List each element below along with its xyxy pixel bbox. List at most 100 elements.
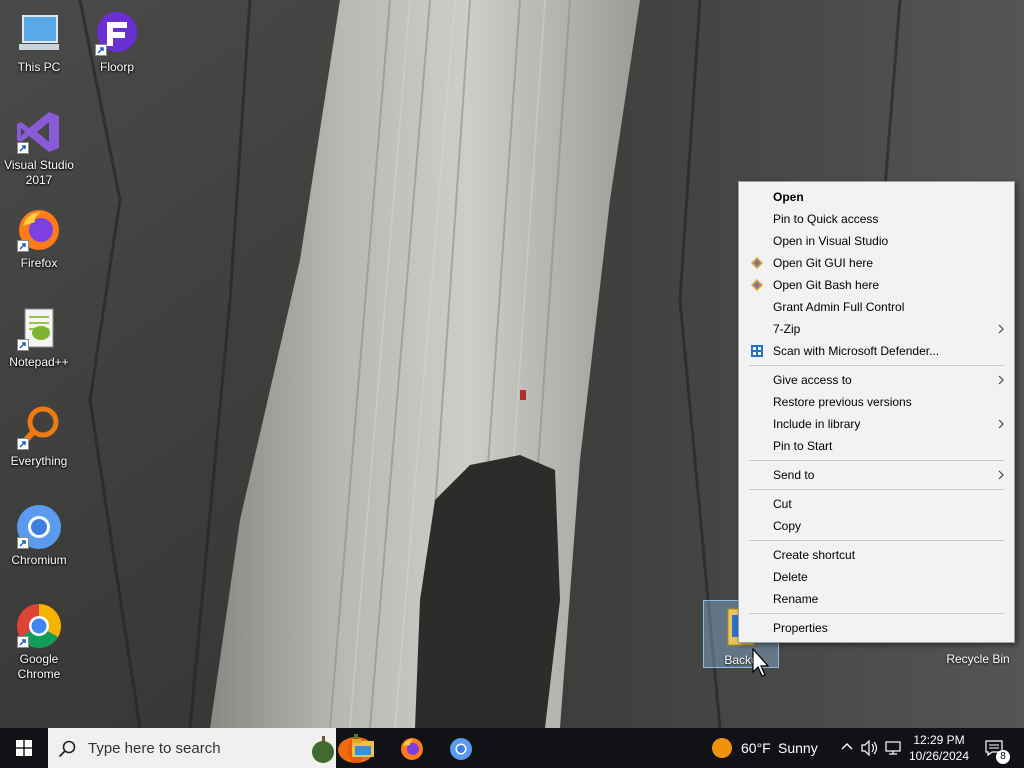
taskbar-chromium[interactable] — [436, 728, 484, 768]
shortcut-arrow-icon — [95, 44, 107, 56]
taskbar: Type here to search 60°F Sunny 12:29 PM — [0, 728, 1024, 768]
menu-item-send-to[interactable]: Send to — [739, 464, 1014, 486]
weather-condition: Sunny — [778, 740, 818, 756]
search-icon — [58, 740, 76, 758]
notification-count-badge: 8 — [996, 750, 1010, 764]
menu-item-label: Create shortcut — [773, 548, 856, 562]
shortcut-arrow-icon — [17, 240, 29, 252]
menu-item-label: Rename — [773, 592, 819, 606]
desktop-icon-label: Notepad++ — [9, 355, 69, 369]
menu-item-label: Open in Visual Studio — [773, 234, 889, 248]
sun-icon — [712, 738, 732, 758]
menu-item-label: 7-Zip — [773, 322, 801, 336]
clock-time: 12:29 PM — [913, 733, 965, 747]
mouse-cursor-icon — [752, 648, 770, 677]
menu-item-label: Pin to Start — [773, 439, 833, 453]
menu-item-include-library[interactable]: Include in library — [739, 413, 1014, 435]
desktop-icon-floorp[interactable]: Floorp — [79, 10, 155, 75]
desktop-icon-label: Chromium — [11, 553, 67, 567]
menu-item-open[interactable]: Open — [739, 186, 1014, 208]
chevron-right-icon — [998, 470, 1004, 480]
desktop-icon-chromium[interactable]: Chromium — [1, 503, 77, 568]
menu-item-properties[interactable]: Properties — [739, 617, 1014, 639]
tray-volume[interactable] — [860, 728, 880, 768]
weather-temperature: 60°F — [741, 740, 771, 756]
desktop-icon-this-pc[interactable]: This PC — [1, 10, 77, 75]
chevron-right-icon — [998, 375, 1004, 385]
computer-icon — [15, 10, 63, 58]
menu-item-label: Delete — [773, 570, 808, 584]
menu-item-open-git-gui[interactable]: Open Git GUI here — [739, 252, 1014, 274]
menu-item-label: Open Git Bash here — [773, 278, 880, 292]
menu-item-7zip[interactable]: 7-Zip — [739, 318, 1014, 340]
action-center-button[interactable]: 8 — [982, 728, 1012, 768]
menu-item-pin-start[interactable]: Pin to Start — [739, 435, 1014, 457]
desktop-icon-notepad-plus-plus[interactable]: Notepad++ — [1, 305, 77, 370]
menu-item-grant-admin[interactable]: Grant Admin Full Control — [739, 296, 1014, 318]
menu-separator — [749, 613, 1004, 614]
chevron-right-icon — [998, 419, 1004, 429]
clock-date: 10/26/2024 — [908, 749, 970, 763]
git-icon — [751, 279, 763, 291]
tray-network[interactable] — [884, 728, 904, 768]
menu-item-scan-defender[interactable]: Scan with Microsoft Defender... — [739, 340, 1014, 362]
menu-item-rename[interactable]: Rename — [739, 588, 1014, 610]
menu-item-label: Copy — [773, 519, 802, 533]
desktop-icon-label: Everything — [10, 454, 68, 468]
everything-search-icon — [15, 404, 63, 452]
speaker-icon — [861, 740, 878, 756]
firefox-icon — [401, 738, 423, 760]
desktop-icon-visual-studio[interactable]: Visual Studio 2017 — [1, 108, 77, 188]
chromium-icon — [450, 738, 472, 760]
desktop-icon-firefox[interactable]: Firefox — [1, 206, 77, 271]
shortcut-arrow-icon — [17, 636, 29, 648]
menu-item-give-access[interactable]: Give access to — [739, 369, 1014, 391]
context-menu: Open Pin to Quick access Open in Visual … — [738, 181, 1015, 643]
shortcut-arrow-icon — [17, 537, 29, 549]
desktop-icon-label: Floorp — [99, 60, 134, 74]
taskbar-search-box[interactable]: Type here to search — [48, 728, 374, 768]
menu-item-restore-versions[interactable]: Restore previous versions — [739, 391, 1014, 413]
menu-item-label: Give access to — [773, 373, 852, 387]
menu-item-pin-quick-access[interactable]: Pin to Quick access — [739, 208, 1014, 230]
defender-icon — [751, 345, 763, 357]
chrome-icon — [15, 602, 63, 650]
desktop-icon-google-chrome[interactable]: Google Chrome — [1, 602, 77, 682]
menu-item-label: Properties — [773, 621, 828, 635]
menu-item-label: Open — [773, 190, 804, 204]
chevron-up-icon — [841, 743, 853, 750]
shortcut-arrow-icon — [17, 339, 29, 351]
menu-item-open-git-bash[interactable]: Open Git Bash here — [739, 274, 1014, 296]
file-explorer-icon — [352, 739, 374, 757]
start-button[interactable] — [0, 728, 48, 768]
weather-widget[interactable]: 60°F Sunny — [710, 728, 822, 768]
chevron-right-icon — [998, 324, 1004, 334]
floorp-icon — [93, 10, 141, 58]
windows-logo-icon — [16, 740, 32, 756]
desktop-icon-label: This PC — [17, 60, 61, 74]
menu-separator — [749, 540, 1004, 541]
shortcut-arrow-icon — [17, 142, 29, 154]
taskbar-firefox[interactable] — [387, 728, 435, 768]
notepad-plus-plus-icon — [15, 305, 63, 353]
desktop-icon-everything[interactable]: Everything — [1, 404, 77, 469]
menu-item-cut[interactable]: Cut — [739, 493, 1014, 515]
menu-item-label: Cut — [773, 497, 792, 511]
menu-item-create-shortcut[interactable]: Create shortcut — [739, 544, 1014, 566]
menu-item-label: Open Git GUI here — [773, 256, 874, 270]
menu-item-copy[interactable]: Copy — [739, 515, 1014, 537]
taskbar-clock[interactable]: 12:29 PM 10/26/2024 — [906, 732, 972, 764]
taskbar-file-explorer[interactable] — [338, 728, 386, 768]
shortcut-arrow-icon — [17, 438, 29, 450]
menu-item-label: Include in library — [773, 417, 861, 431]
desktop-icon-label: Google Chrome — [17, 652, 61, 681]
menu-item-delete[interactable]: Delete — [739, 566, 1014, 588]
menu-item-label: Grant Admin Full Control — [773, 300, 905, 314]
menu-separator — [749, 365, 1004, 366]
menu-item-label: Send to — [773, 468, 815, 482]
desktop-icon-recycle-bin[interactable]: Recycle Bin — [938, 652, 1018, 666]
menu-item-open-in-visual-studio[interactable]: Open in Visual Studio — [739, 230, 1014, 252]
tray-overflow-button[interactable] — [838, 728, 856, 768]
chromium-icon — [15, 503, 63, 551]
desktop-icon-label: Visual Studio 2017 — [4, 158, 74, 187]
